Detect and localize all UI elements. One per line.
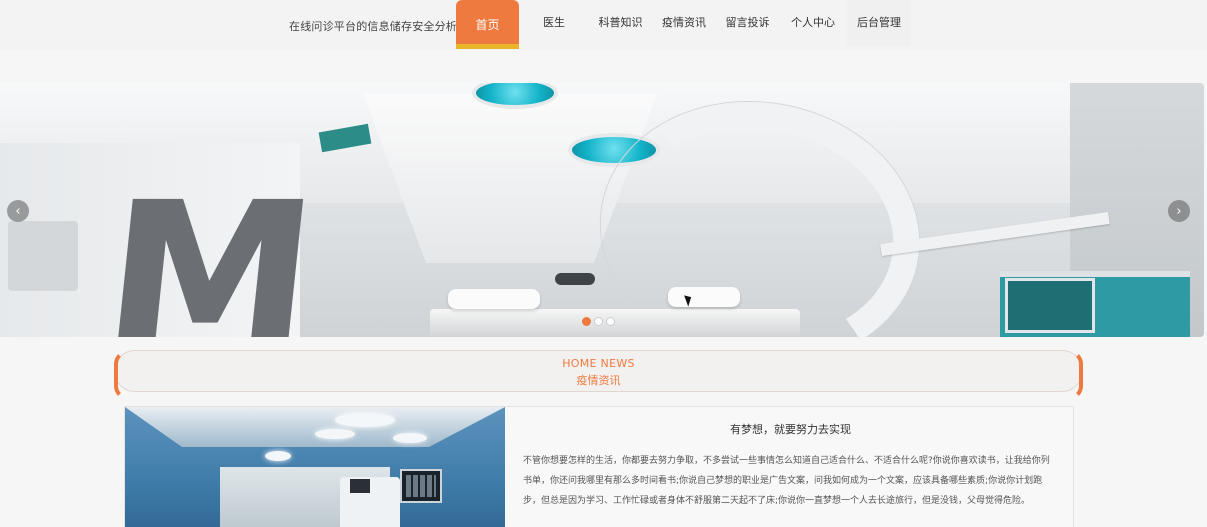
carousel-indicators [582,317,615,326]
main-nav: 首页 医生 科普知识 疫情资讯 留言投诉 个人中心 后台管理 [456,0,911,50]
banner-wall-letter: M [92,157,327,337]
banner-cable [555,273,595,285]
carousel-dot[interactable] [582,317,591,326]
nav-doctor[interactable]: 医生 [519,0,589,46]
news-img-ceiling [125,407,505,447]
carousel-prev-button[interactable]: ‹ [7,200,29,222]
banner-wall-fixture [8,221,78,291]
chevron-left-icon: ‹ [15,203,21,219]
news-content: 有梦想，就要努力去实现 不管你想要怎样的生活，你都要去努力争取，不多尝试一些事情… [523,407,1058,527]
news-card[interactable]: 有梦想，就要努力去实现 不管你想要怎样的生活，你都要去努力争取，不多尝试一些事情… [124,406,1074,527]
nav-home[interactable]: 首页 [456,0,519,49]
news-title[interactable]: 有梦想，就要努力去实现 [523,421,1058,437]
top-navbar: 在线问诊平台的信息储存安全分析 首页 医生 科普知识 疫情资讯 留言投诉 个人中… [0,0,1207,50]
nav-message-complaint[interactable]: 留言投诉 [716,0,779,46]
carousel-dot[interactable] [594,317,603,326]
hero-carousel: M [0,83,1204,337]
section-title-en: HOME NEWS [562,357,635,370]
section-header: HOME NEWS 疫情资讯 [114,350,1083,400]
nav-science-knowledge[interactable]: 科普知识 [589,0,652,46]
nav-admin[interactable]: 后台管理 [847,0,911,46]
news-img-monitor [400,469,442,503]
section-title-cn[interactable]: 疫情资讯 [115,372,1082,388]
banner-monitor [1005,278,1095,333]
carousel-next-button[interactable]: › [1168,200,1190,222]
banner-operating-table [430,309,800,337]
nav-epidemic-news[interactable]: 疫情资讯 [652,0,716,46]
news-excerpt: 不管你想要怎样的生活，你都要去努力争取，不多尝试一些事情怎么知道自己适合什么、不… [523,456,1050,506]
chevron-right-icon: › [1176,203,1182,219]
news-thumbnail[interactable] [125,407,505,527]
banner-pillow [668,287,740,307]
nav-personal-center[interactable]: 个人中心 [779,0,847,46]
news-img-light [393,433,427,443]
carousel-dot[interactable] [606,317,615,326]
banner-pillow [448,289,540,309]
news-img-light [265,451,291,461]
news-img-light [315,429,355,439]
news-img-equipment [340,477,400,527]
news-img-light [335,413,395,427]
site-title: 在线问诊平台的信息储存安全分析 [289,20,457,33]
news-img-screen [350,479,370,493]
